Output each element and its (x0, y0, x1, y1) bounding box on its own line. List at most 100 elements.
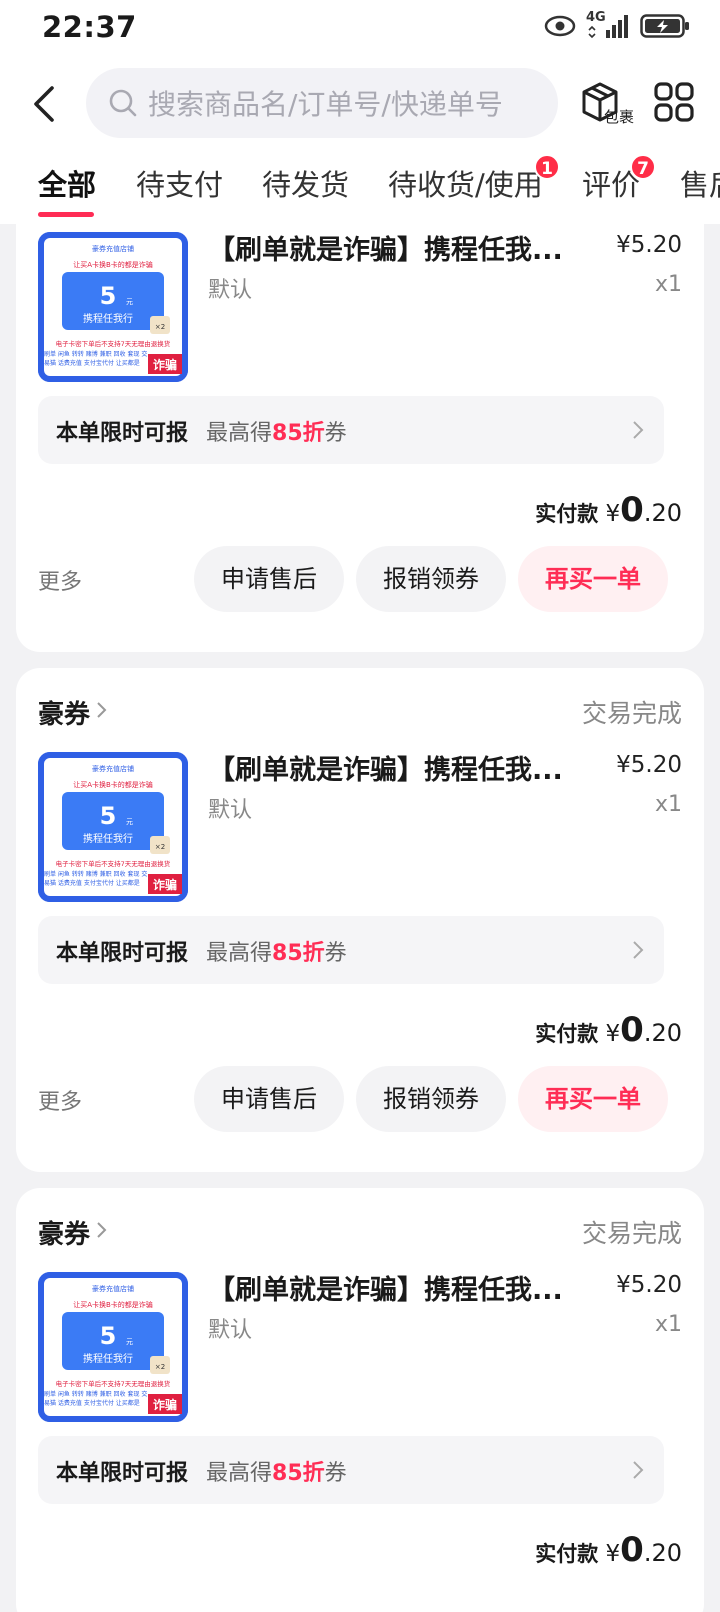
order-tabs: 全部 待支付 待发货 待收货/使用 1 评价 7 售后 (0, 156, 720, 224)
promo-banner[interactable]: 本单限时可报 最高得85折券 (38, 396, 664, 464)
product-spec: 默认 (208, 1318, 253, 1343)
search-placeholder: 搜索商品名/订单号/快递单号 (148, 88, 503, 121)
thumb-value: 5 (100, 282, 117, 310)
thumb-warning-text: 让买A卡换B卡的都是诈骗 (73, 1300, 153, 1309)
promo-highlight: 85折 (272, 1461, 325, 1486)
chevron-right-icon (633, 941, 644, 959)
battery-icon (640, 14, 689, 38)
tab-active-indicator (38, 212, 94, 217)
after-sale-button[interactable]: 申请售后 (194, 546, 344, 612)
promo-prefix: 最高得 (206, 941, 273, 966)
tab-pending-receipt[interactable]: 待收货/使用 (388, 162, 543, 204)
paid-integer: 0 (620, 490, 644, 530)
promo-label: 本单限时可报 (56, 421, 189, 446)
chevron-right-icon (633, 1461, 644, 1479)
paid-amount: 实付款 ¥0.20 (535, 1010, 682, 1050)
order-card[interactable]: 豪券充值店铺 让买A卡换B卡的都是诈骗 5 元 携程任我行 ×2 电子卡密下单后… (16, 224, 704, 652)
thumb-unit: 元 (126, 1338, 133, 1346)
paid-label: 实付款 (535, 1022, 599, 1046)
order-card[interactable]: 豪券 交易完成 豪券充值店铺 让买A卡换B卡的都是诈骗 5 元 携程任我行 ×2… (16, 1188, 704, 1612)
chevron-right-icon (97, 702, 107, 718)
more-button[interactable]: 更多 (38, 1084, 82, 1116)
search-input[interactable]: 搜索商品名/订单号/快递单号 (86, 68, 558, 138)
product-thumbnail[interactable]: 豪券充值店铺 让买A卡换B卡的都是诈骗 5 元 携程任我行 ×2 电子卡密下单后… (38, 752, 188, 902)
search-icon (109, 89, 137, 117)
product-price: ¥5.20 (616, 1272, 682, 1298)
status-bar: 22:37 4G (0, 0, 720, 56)
promo-highlight: 85折 (272, 941, 325, 966)
store-name[interactable]: 豪券 (38, 1214, 90, 1251)
thumb-tag: ×2 (155, 843, 165, 851)
product-quantity: x1 (654, 792, 682, 817)
promo-label: 本单限时可报 (56, 941, 189, 966)
thumb-value: 5 (100, 1322, 117, 1350)
tab-pending-shipment[interactable]: 待发货 (262, 162, 349, 204)
thumb-store-text: 豪券充值店铺 (92, 1284, 134, 1293)
thumb-tags: 刷单 闲鱼 转转 赌博 兼职 回收 套现 交易猫 话费充值 支付宝代付 让买都是 (44, 1391, 148, 1407)
product-title[interactable]: 【刷单就是诈骗】携程任我... (208, 748, 568, 787)
thumb-stamp: 诈骗 (153, 877, 177, 892)
thumb-stamp: 诈骗 (153, 357, 177, 372)
product-spec: 默认 (208, 278, 253, 303)
back-icon[interactable] (28, 82, 64, 126)
paid-label: 实付款 (535, 1542, 599, 1566)
thumb-warning-text: 让买A卡换B卡的都是诈骗 (73, 260, 153, 269)
thumb-stamp: 诈骗 (153, 1397, 177, 1412)
eye-icon (544, 15, 576, 37)
promo-suffix: 券 (324, 1461, 347, 1486)
pending-receipt-badge: 1 (534, 156, 560, 180)
chevron-right-icon (633, 421, 644, 439)
product-image: 豪券充值店铺 让买A卡换B卡的都是诈骗 5 元 携程任我行 ×2 电子卡密下单后… (38, 1272, 188, 1422)
thumb-warning-text: 让买A卡换B卡的都是诈骗 (73, 780, 153, 789)
reimburse-coupon-button[interactable]: 报销领券 (356, 1066, 506, 1132)
promo-suffix: 券 (324, 941, 347, 966)
review-badge: 7 (630, 156, 656, 180)
paid-currency: ¥ (605, 1541, 621, 1567)
product-title[interactable]: 【刷单就是诈骗】携程任我... (208, 228, 568, 267)
product-quantity: x1 (654, 1312, 682, 1337)
thumb-unit: 元 (126, 818, 133, 826)
thumb-unit: 元 (126, 298, 133, 306)
reimburse-coupon-button[interactable]: 报销领券 (356, 546, 506, 612)
product-image: 豪券充值店铺 让买A卡换B卡的都是诈骗 5 元 携程任我行 ×2 电子卡密下单后… (38, 752, 188, 902)
paid-label: 实付款 (535, 502, 599, 526)
buy-again-button[interactable]: 再买一单 (518, 546, 668, 612)
paid-amount: 实付款 ¥0.20 (535, 1530, 682, 1570)
product-price: ¥5.20 (616, 752, 682, 778)
paid-decimal: .20 (643, 499, 682, 527)
product-spec: 默认 (208, 798, 253, 823)
tab-pending-payment[interactable]: 待支付 (136, 162, 223, 204)
thumb-value: 5 (100, 802, 117, 830)
paid-decimal: .20 (643, 1019, 682, 1047)
thumb-store-text: 豪券充值店铺 (92, 764, 134, 773)
tab-after-sale[interactable]: 售后 (680, 162, 720, 204)
product-thumbnail[interactable]: 豪券充值店铺 让买A卡换B卡的都是诈骗 5 元 携程任我行 ×2 电子卡密下单后… (38, 1272, 188, 1422)
tab-all[interactable]: 全部 (38, 162, 96, 204)
product-quantity: x1 (654, 272, 682, 297)
thumb-product: 携程任我行 (83, 312, 133, 325)
thumb-notice: 电子卡密下单后不支持7天无理由退换货 (56, 859, 171, 868)
buy-again-button[interactable]: 再买一单 (518, 1066, 668, 1132)
promo-banner[interactable]: 本单限时可报 最高得85折券 (38, 916, 664, 984)
order-status: 交易完成 (581, 699, 682, 728)
store-name[interactable]: 豪券 (38, 694, 90, 731)
thumb-product: 携程任我行 (83, 832, 133, 845)
product-title[interactable]: 【刷单就是诈骗】携程任我... (208, 1268, 568, 1307)
thumb-tags: 刷单 闲鱼 转转 赌博 兼职 回收 套现 交易猫 话费充值 支付宝代付 让买都是 (44, 351, 148, 367)
promo-banner[interactable]: 本单限时可报 最高得85折券 (38, 1436, 664, 1504)
thumb-product: 携程任我行 (83, 1352, 133, 1365)
more-button[interactable]: 更多 (38, 564, 82, 596)
paid-amount: 实付款 ¥0.20 (535, 490, 682, 530)
promo-suffix: 券 (324, 421, 347, 446)
product-image: 豪券充值店铺 让买A卡换B卡的都是诈骗 5 元 携程任我行 ×2 电子卡密下单后… (38, 232, 188, 382)
paid-integer: 0 (620, 1010, 644, 1050)
thumb-notice: 电子卡密下单后不支持7天无理由退换货 (56, 339, 171, 348)
promo-label: 本单限时可报 (56, 1461, 189, 1486)
promo-text: 最高得85折券 (206, 935, 347, 967)
thumb-tags: 刷单 闲鱼 转转 赌博 兼职 回收 套现 交易猫 话费充值 支付宝代付 让买都是 (44, 871, 148, 887)
product-thumbnail[interactable]: 豪券充值店铺 让买A卡换B卡的都是诈骗 5 元 携程任我行 ×2 电子卡密下单后… (38, 232, 188, 382)
order-card[interactable]: 豪券 交易完成 豪券充值店铺 让买A卡换B卡的都是诈骗 5 元 携程任我行 ×2… (16, 668, 704, 1172)
grid-menu-icon[interactable] (654, 82, 694, 122)
signal-icon: 4G (586, 10, 630, 40)
after-sale-button[interactable]: 申请售后 (194, 1066, 344, 1132)
